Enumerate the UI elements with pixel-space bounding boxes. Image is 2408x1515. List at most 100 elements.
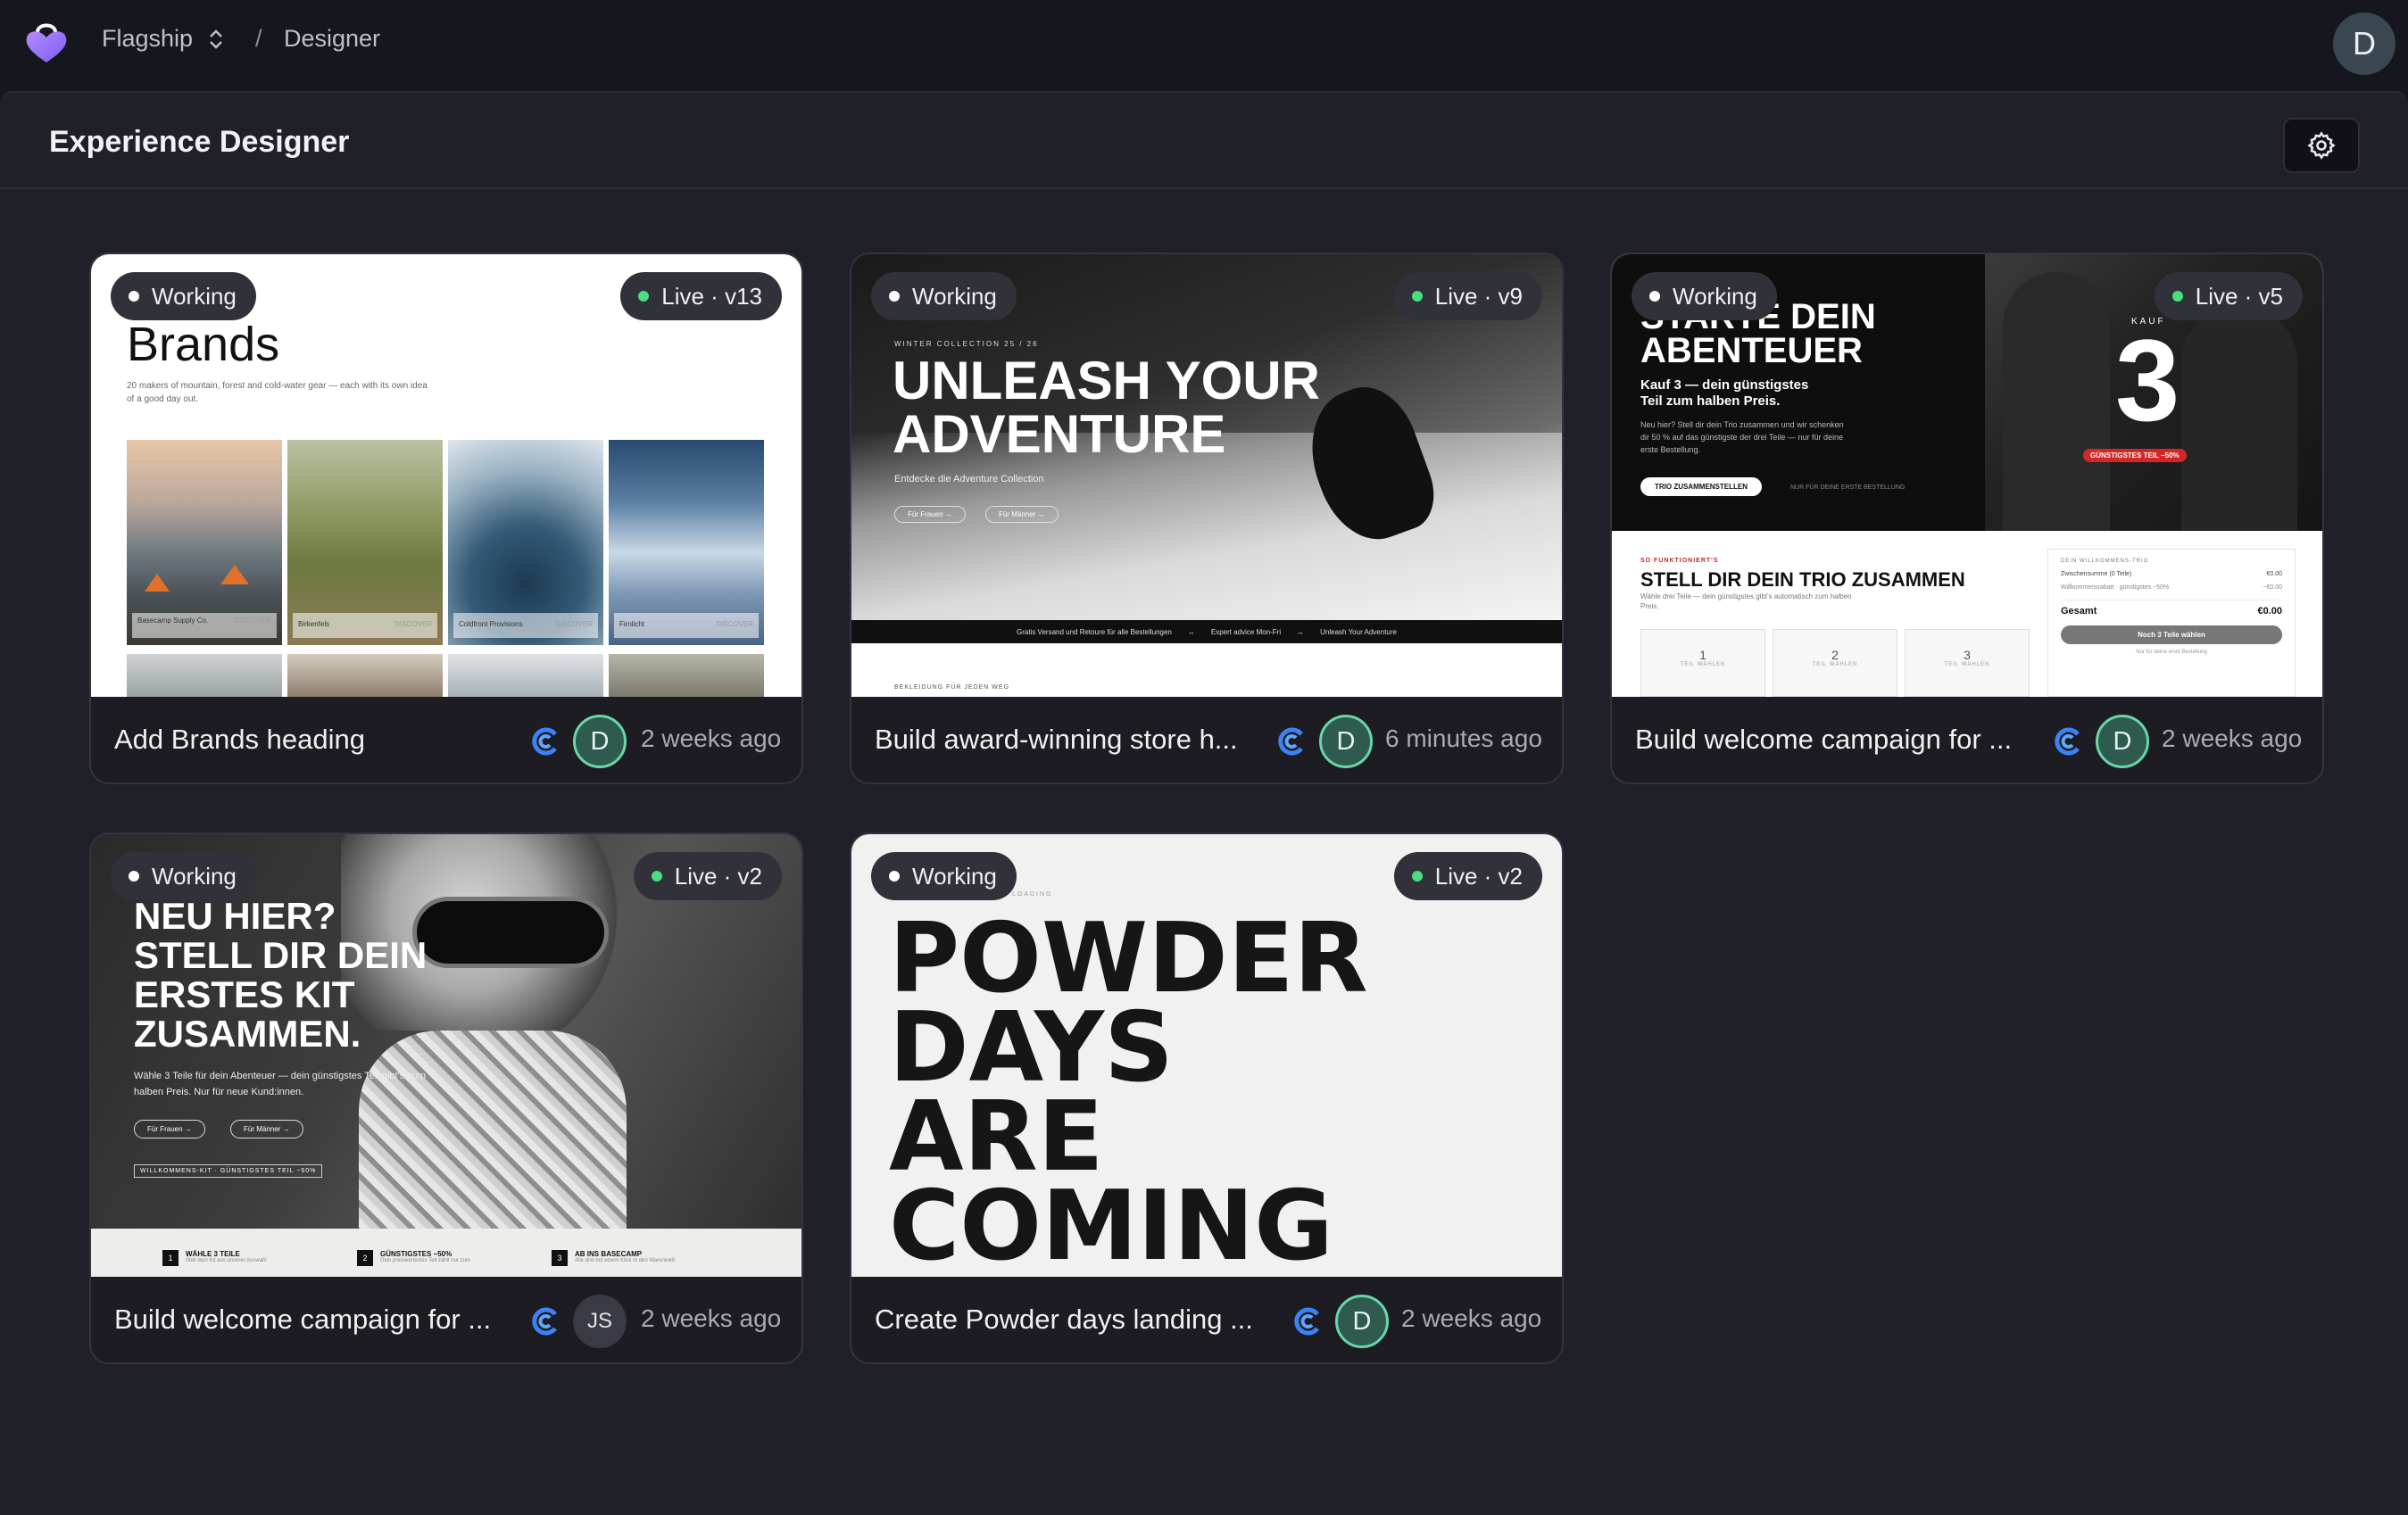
- live-dot-icon: [651, 871, 662, 882]
- slot-label: TEIL WÄHLEN: [1812, 662, 1858, 667]
- agent-engine-icon: [2055, 727, 2080, 756]
- updated-time: 2 weeks ago: [641, 1304, 782, 1332]
- step-item: 3 AB INS BASECAMP Alle drei mit einem Kl…: [552, 1250, 676, 1266]
- live-dot-icon: [1411, 291, 1423, 302]
- tile-name: Birkenfels: [298, 620, 330, 628]
- card-footer: Build award-winning store h... D 6 minut…: [851, 697, 1562, 782]
- updated-time: 2 weeks ago: [641, 724, 782, 752]
- step-text: Dein preiswertestes Teil zählt nur zum: [380, 1258, 470, 1263]
- preview-button: TRIO ZUSAMMENSTELLEN: [1640, 477, 1762, 496]
- user-avatar[interactable]: D: [2333, 12, 2396, 75]
- card-preview[interactable]: NEU HIER? STELL DIR DEIN ERSTES KIT ZUSA…: [91, 834, 801, 1277]
- trio-slot: 3 TEIL WÄHLEN: [1905, 629, 2030, 697]
- project-name: Flagship: [102, 25, 194, 52]
- tile-tag: DISCOVER: [716, 620, 753, 628]
- person-silhouette: [2003, 272, 2110, 531]
- card-title: Add Brands heading: [114, 724, 365, 755]
- preview-headline: ARE: [889, 1081, 1104, 1193]
- step-title: GÜNSTIGSTES −50%: [380, 1250, 453, 1258]
- tile-caption: Basecamp Supply Co. DISCOVER: [132, 613, 277, 638]
- brand-tile: Firnlicht DISCOVER: [609, 440, 764, 645]
- summary-box: DEIN WILLKOMMENS-TRIO Zwischensumme (0 T…: [2047, 549, 2296, 697]
- summary-row: Zwischensumme (0 Teile) €0.00: [2061, 571, 2282, 577]
- card-preview[interactable]: STARTE DEIN ABENTEUER Kauf 3 — dein güns…: [1612, 254, 2322, 697]
- status-dot-icon: [1649, 291, 1660, 302]
- slot-label: TEIL WÄHLEN: [1944, 662, 1990, 667]
- preview-heading: Brands: [127, 318, 280, 371]
- discount-badge: GÜNSTIGSTES TEIL −50%: [2083, 449, 2187, 462]
- section-label: BEKLEIDUNG FÜR JEDEN WEG: [894, 684, 1010, 691]
- card-preview[interactable]: WINTER COLLECTION 25 / 26 UNLEASH YOUR A…: [851, 254, 1562, 697]
- step-number: 3: [552, 1250, 568, 1266]
- preview-headline: DAYS: [889, 992, 1174, 1104]
- preview-button: Für Männer →: [985, 506, 1059, 523]
- summary-title: DEIN WILLKOMMENS-TRIO: [2061, 559, 2149, 564]
- tile-name: Coldfront Provisions: [459, 620, 523, 628]
- author-avatar: D: [2096, 715, 2149, 768]
- project-card[interactable]: WINTER COLLECTION 25 / 26 UNLEASH YOUR A…: [850, 252, 1564, 784]
- preview-headline: ZUSAMMEN.: [134, 1013, 361, 1055]
- preview-headline: ADVENTURE: [893, 404, 1226, 464]
- preview-kicker: LOADING: [1012, 891, 1053, 898]
- live-dot-icon: [1411, 871, 1423, 882]
- card-preview[interactable]: Brands 20 makers of mountain, forest and…: [91, 254, 801, 697]
- preview-kicker: WINTER COLLECTION 25 / 26: [894, 340, 1039, 348]
- preview-subtext: Teil zum halben Preis.: [1640, 393, 1781, 409]
- live-dot-icon: [638, 291, 650, 302]
- live-version: Live · v5: [2195, 282, 2283, 310]
- steps-strip: 1 WÄHLE 3 TEILE Stell dein Kit aus unser…: [91, 1229, 801, 1277]
- tile-tag: DISCOVER: [234, 617, 271, 625]
- preview-button: Für Frauen →: [134, 1120, 205, 1138]
- slot-number: 1: [1699, 648, 1706, 662]
- preview-section-title: STELL DIR DEIN TRIO ZUSAMMEN: [1640, 568, 1965, 591]
- live-version: Live · v2: [674, 862, 762, 890]
- status-dot-icon: [889, 871, 900, 882]
- agent-engine-icon: [532, 727, 557, 756]
- updated-time: 2 weeks ago: [2162, 724, 2303, 752]
- trio-slot: 1 TEIL WÄHLEN: [1640, 629, 1765, 697]
- project-card[interactable]: NEU HIER? STELL DIR DEIN ERSTES KIT ZUSA…: [89, 832, 803, 1364]
- agent-engine-icon: [532, 1307, 557, 1336]
- project-switcher[interactable]: Flagship: [102, 25, 225, 53]
- live-version: Live · v2: [1434, 862, 1523, 890]
- person-silhouette: [2181, 308, 2297, 531]
- strip-text: Unleash Your Adventure: [1320, 627, 1397, 636]
- project-card[interactable]: Brands 20 makers of mountain, forest and…: [89, 252, 803, 784]
- preview-button: Für Männer →: [230, 1120, 303, 1138]
- summary-note: Nur für deine erste Bestellung: [2136, 650, 2207, 655]
- card-preview[interactable]: LOADING POWDER DAYS ARE COMING Working L…: [851, 834, 1562, 1277]
- tent-shape: [145, 574, 170, 592]
- breadcrumb-current-page[interactable]: Designer: [284, 25, 380, 53]
- status-badge-live: Live · v2: [633, 852, 782, 900]
- top-bar: Flagship / Designer D: [0, 0, 2408, 89]
- project-card[interactable]: STARTE DEIN ABENTEUER Kauf 3 — dein güns…: [1610, 252, 2324, 784]
- preview-subtext: 20 makers of mountain, forest and cold-w…: [127, 381, 428, 404]
- updated-time: 6 minutes ago: [1385, 724, 1542, 752]
- updated-time: 2 weeks ago: [1401, 1304, 1542, 1332]
- summary-label: Willkommensrabatt · günstigstes −50%: [2061, 584, 2170, 591]
- total-value: €0.00: [2257, 606, 2282, 617]
- settings-button[interactable]: [2283, 118, 2360, 173]
- summary-total: Gesamt €0.00: [2061, 600, 2282, 617]
- preview-kicker: SO FUNKTIONIERT'S: [1640, 558, 1719, 564]
- step-text: Alle drei mit einem Klick in den Warenko…: [575, 1258, 676, 1263]
- project-card[interactable]: LOADING POWDER DAYS ARE COMING Working L…: [850, 832, 1564, 1364]
- brand-tile: Coldfront Provisions DISCOVER: [448, 440, 603, 645]
- page-title: Experience Designer: [49, 125, 350, 159]
- step-text: Stell dein Kit aus unserer Auswahl: [186, 1258, 267, 1263]
- card-title: Build welcome campaign for ...: [1635, 724, 2013, 755]
- status-dot-icon: [129, 291, 139, 302]
- tile-name: Firnlicht: [619, 620, 645, 628]
- tile-tag: DISCOVER: [555, 620, 593, 628]
- author-avatar: JS: [573, 1295, 627, 1348]
- summary-value: −€0.00: [2263, 584, 2282, 591]
- step-title: AB INS BASECAMP: [575, 1250, 643, 1258]
- breadcrumb-separator: /: [255, 25, 262, 52]
- app-logo-icon[interactable]: [20, 16, 73, 70]
- brand-tile: Birkenfels DISCOVER: [287, 440, 443, 645]
- status-badge-working: Working: [111, 272, 256, 320]
- card-title: Build award-winning store h...: [875, 724, 1238, 755]
- tent-shape: [220, 565, 249, 584]
- preview-note: NUR FÜR DEINE ERSTE BESTELLUNG: [1790, 484, 1906, 491]
- preview-headline: ERSTES KIT: [134, 973, 355, 1015]
